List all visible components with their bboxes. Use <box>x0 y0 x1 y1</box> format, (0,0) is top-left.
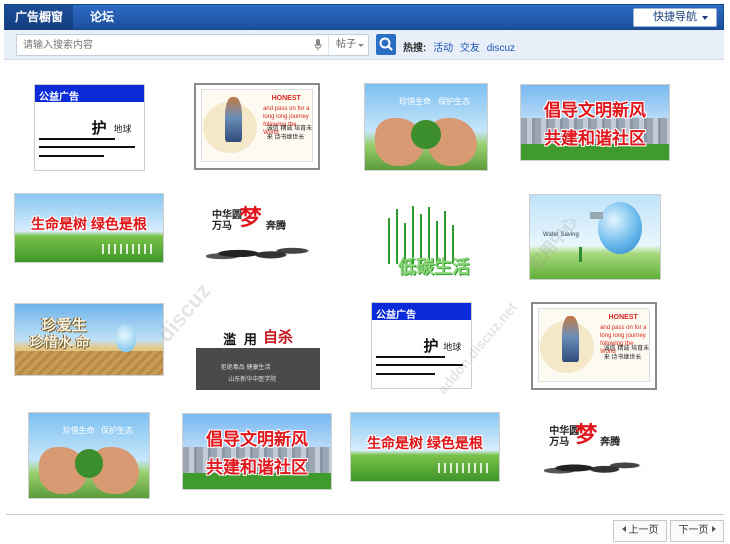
ad-slogan: 生命是树 绿色是根 <box>367 435 483 452</box>
ad-dream-char: 梦 <box>239 205 262 232</box>
hot-search-link[interactable]: 交友 <box>460 43 480 54</box>
ad-slogan-line1: 倡导文明新风 <box>206 429 308 449</box>
tap-graphic <box>589 211 603 219</box>
ad-thumbnail[interactable]: 公益广告 护 地球 <box>371 302 472 389</box>
ad-text-left: 珍惜生命 <box>62 425 95 435</box>
prev-page-label: 上一页 <box>628 525 659 536</box>
fence-graphic <box>102 244 155 254</box>
sprout-graphic <box>579 247 583 263</box>
ink-stroke <box>376 355 446 358</box>
ad-slogan-line1: 倡导文明新风 <box>544 100 646 120</box>
hot-search: 热搜: 活动 交友 discuz <box>403 39 515 54</box>
grass-stalk <box>388 217 390 264</box>
ad-caption: 诚信 精诚 培育未来 诗书继世长 <box>603 345 650 361</box>
quick-nav-label: 快捷导航 <box>653 11 697 23</box>
next-page-label: 下一页 <box>678 525 709 536</box>
ad-thumbnail[interactable]: Water Saving <box>529 194 661 280</box>
ad-slogan-line2: 共建和谐社区 <box>544 129 646 148</box>
ad-title: 公益广告 <box>39 92 79 103</box>
quick-nav-button[interactable]: 快捷导航 <box>633 8 717 27</box>
ad-thumbnail[interactable]: 中华圆 万马 梦 奔腾 <box>200 195 320 285</box>
search-button[interactable] <box>376 34 396 55</box>
search-box: 帖子 <box>16 34 369 56</box>
chevron-right-icon <box>711 526 716 533</box>
ink-horses <box>206 240 314 267</box>
ad-text-line2: 万马 <box>212 220 232 232</box>
ad-thumbnail[interactable]: HONEST and pass on for a long long journ… <box>531 302 657 390</box>
microphone-icon[interactable] <box>314 39 322 51</box>
ad-thumbnail[interactable]: 珍惜生命 保护生态 <box>28 412 150 499</box>
ad-slogan-line2: 珍惜水 命 <box>29 334 90 351</box>
hot-search-link[interactable]: discuz <box>487 43 515 54</box>
chevron-left-icon <box>621 526 626 533</box>
ad-text-line3: 拒绝毒品 健康生活 <box>220 364 271 371</box>
ad-caption: Water Saving <box>543 231 579 238</box>
ad-text-line2: 万马 <box>549 436 570 448</box>
ad-text-left: 珍惜生命 <box>399 97 432 107</box>
ad-text-tail: 奔腾 <box>266 220 286 232</box>
ad-slogan-line2: 共建和谐社区 <box>206 458 308 477</box>
ad-thumbnail[interactable]: 公益广告 护 地球 <box>34 84 145 171</box>
ad-slogan: 生命是树 绿色是根 <box>31 216 147 233</box>
ad-thumbnail[interactable]: 低碳生活 <box>370 195 470 283</box>
ad-text-line1: 滥 用 <box>223 332 259 348</box>
ad-dream-char: 梦 <box>575 422 598 449</box>
ink-stroke <box>376 364 464 367</box>
ad-headline: 护 <box>423 338 439 356</box>
ink-stroke <box>376 372 436 375</box>
ad-brand: HONEST <box>271 94 301 102</box>
ink-stroke <box>39 146 135 149</box>
ad-caption: 诚信 精诚 培育未来 诗书继世长 <box>266 126 313 142</box>
ad-text-right: 保护生态 <box>101 425 133 435</box>
fence-graphic <box>438 463 491 473</box>
search-bar: 帖子 热搜: 活动 交友 discuz <box>4 30 724 60</box>
ad-thumbnail[interactable]: 倡导文明新风 共建和谐社区 <box>182 413 332 490</box>
ad-title-bar: 公益广告 <box>35 85 144 103</box>
ad-thumbnail[interactable]: 珍惜生命 保护生态 <box>364 83 488 171</box>
boy-figure <box>225 96 243 143</box>
ad-text-line4: 山东新华中医学院 <box>228 377 277 384</box>
ink-stroke <box>39 154 105 157</box>
search-icon <box>379 37 393 51</box>
search-type-value: 帖子 <box>336 39 356 50</box>
ad-thumbnail[interactable]: 滥 用 自杀 拒绝毒品 健康生活 山东新华中医学院 <box>196 303 320 390</box>
globe-graphic <box>597 201 642 254</box>
ad-subline: 地球 <box>113 124 132 135</box>
desert-sand <box>15 350 163 375</box>
tree-graphic <box>74 448 104 478</box>
ad-subline: 地球 <box>443 342 462 353</box>
ad-text-line2: 自杀 <box>262 328 293 346</box>
hot-search-label: 热搜: <box>403 43 427 54</box>
ink-stroke <box>39 137 116 140</box>
ad-title-bar: 公益广告 <box>372 303 471 321</box>
ad-thumbnail[interactable]: 倡导文明新风 共建和谐社区 <box>520 84 670 161</box>
chevron-down-icon <box>702 16 708 20</box>
ad-title: 公益广告 <box>376 310 416 321</box>
hot-search-link[interactable]: 活动 <box>433 43 453 54</box>
search-input[interactable] <box>17 35 307 55</box>
tab-forum[interactable]: 论坛 <box>87 5 117 30</box>
ad-thumbnail[interactable]: 生命是树 绿色是根 <box>350 412 500 482</box>
ad-brand: HONEST <box>608 314 638 322</box>
footer-divider <box>6 514 724 515</box>
tab-ad-window[interactable]: 广告橱窗 <box>5 5 73 30</box>
boy-figure <box>562 315 580 362</box>
ink-horses <box>543 455 646 481</box>
tree-graphic <box>411 120 441 150</box>
next-page-button[interactable]: 下一页 <box>670 520 724 542</box>
ad-thumbnail[interactable]: 中华圆 万马 梦 奔腾 <box>538 412 651 498</box>
search-type-select[interactable]: 帖子 <box>328 35 369 55</box>
ad-word: 低碳生活 <box>398 257 470 278</box>
ad-thumbnail[interactable]: HONEST and pass on for a long long journ… <box>194 83 320 170</box>
top-nav-bar: 广告橱窗 论坛 快捷导航 <box>4 4 724 30</box>
chevron-down-icon <box>358 44 364 47</box>
prev-page-button[interactable]: 上一页 <box>613 520 667 542</box>
ad-text-tail: 奔腾 <box>600 436 621 448</box>
ad-headline: 护 <box>91 120 107 138</box>
ad-gallery: 公益广告 护 地球 HONEST and pass on for a long … <box>0 60 730 510</box>
ad-thumbnail[interactable]: 生命是树 绿色是根 <box>14 193 164 263</box>
ad-thumbnail[interactable]: 珍爱生 珍惜水 命 <box>14 303 164 376</box>
ad-text-right: 保护生态 <box>438 97 471 107</box>
water-drop <box>115 323 137 353</box>
